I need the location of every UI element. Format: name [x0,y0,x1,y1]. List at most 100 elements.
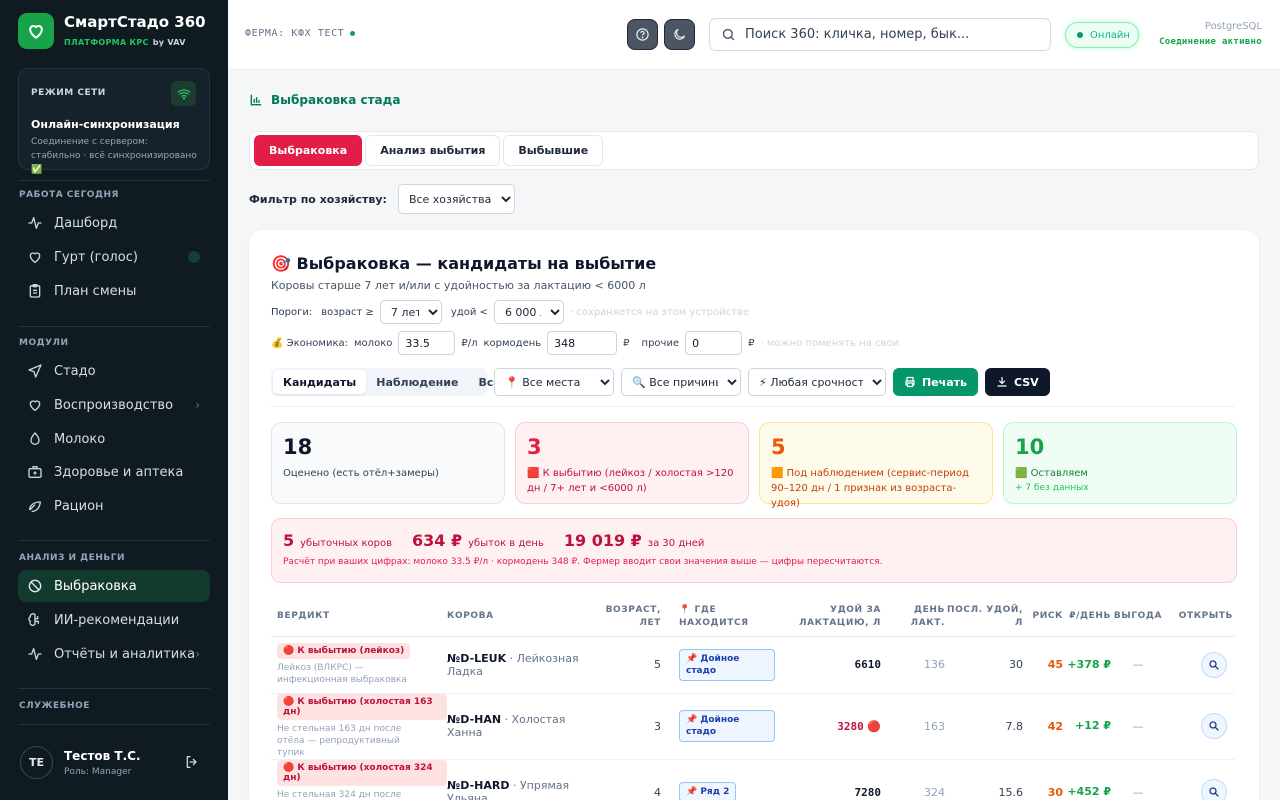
age-threshold-select[interactable]: 7 лет [379,300,442,324]
network-card: РЕЖИМ СЕТИ Онлайн-синхронизация Соединен… [18,68,210,175]
divider [18,540,210,541]
col-last-yield[interactable]: ПОСЛ. УДОЙ, Л [945,598,1023,637]
activity-icon [28,217,42,229]
col-cow[interactable]: КОРОВА [447,598,591,637]
csv-button[interactable]: CSV [984,368,1050,396]
loss-month: 19 019 ₽ [563,531,642,550]
tab-disposed[interactable]: Выбывшие [503,135,604,166]
ban-icon [28,579,42,593]
col-age[interactable]: ВОЗРАСТ, ЛЕТ [591,598,665,637]
logout-icon[interactable] [184,754,200,774]
yield-cell: 3280 🔴 [775,693,881,760]
divider [18,724,210,725]
droplet-icon [30,432,40,445]
loss-cows-label: убыточных коров [300,538,393,549]
nav-dashboard[interactable]: Дашборд [18,207,210,239]
open-card-button[interactable] [1201,779,1227,800]
nav-reproduction[interactable]: Воспроизводство › [18,389,210,421]
heart-logo-icon [18,13,54,49]
theme-toggle-button[interactable] [664,19,695,50]
nav-label: ИИ-рекомендации [54,612,180,628]
yield-cell: 6610 [775,636,881,694]
col-per-day[interactable]: ₽/ДЕНЬ [1063,598,1111,637]
nav-label: Выбраковка [54,578,137,594]
segment-candidates[interactable]: Кандидаты [273,370,367,394]
network-title: Онлайн-синхронизация [31,118,180,131]
per-day-cell: +452 ₽ [1063,759,1111,800]
nav-label: Стадо [54,363,96,379]
tab-culling[interactable]: Выбраковка [254,135,363,166]
per-day-cell: +12 ₽ [1063,693,1111,760]
economy-hint: · можно поменять на свои [760,337,900,349]
status-dot [188,251,200,263]
reasons-select[interactable]: 🔍 Все причины [621,368,741,396]
verdict-badge: 🔴 К выбытию (холостая 324 дн) [277,759,447,786]
loss-month-label: за 30 дней [647,538,705,549]
nav-culling[interactable]: Выбраковка [18,570,210,602]
activity-icon [28,648,42,660]
tab-disposal-analysis[interactable]: Анализ выбытия [365,135,501,166]
briefcase-medical-icon [28,466,42,478]
col-risk[interactable]: РИСК [1023,598,1063,637]
stat-watch: 5 🟧 Под наблюдением (сервис-период 90–12… [759,422,993,509]
table-row[interactable]: 🔴 К выбытию (лейкоз) Лейкоз (ВЛКРС) — инф… [271,636,1235,694]
cow-cell: №D-HARD · Упрямая Ульяна [447,759,591,800]
col-open: ОТКРЫТЬ [1165,598,1235,637]
age-cell: 5 [591,636,665,694]
section-today: РАБОТА СЕГОДНЯ [19,190,119,200]
nav-reports[interactable]: Отчёты и аналитика › [18,638,210,670]
search-box[interactable] [709,18,1051,51]
print-button[interactable]: Печать [893,368,978,396]
nav-milk[interactable]: Молоко [18,423,210,455]
stat-value: 3 [527,435,542,459]
verdict-reason: Лейкоз (ВЛКРС) — инфекционная выбраковка [277,663,407,685]
section-analysis: АНАЛИЗ И ДЕНЬГИ [19,553,125,563]
table-row[interactable]: 🔴 К выбытию (холостая 163 дн) Не стельная… [271,693,1235,760]
milk-label: молоко [354,337,393,349]
bar-chart-icon [250,94,262,106]
segment-watch[interactable]: Наблюдение [366,370,468,394]
verdict-badge: 🔴 К выбытию (лейкоз) [277,643,411,659]
wifi-icon[interactable] [171,81,196,106]
nav-gurt-voice[interactable]: Гурт (голос) [18,241,210,273]
milk-price-input[interactable] [398,331,456,355]
col-yield[interactable]: УДОЙ ЗА ЛАКТАЦИЮ, Л [775,598,881,637]
nav-label: Отчёты и аналитика [54,646,196,662]
nav-health[interactable]: Здоровье и аптека [18,456,210,488]
nav-shift-plan[interactable]: План смены [18,275,210,307]
location-badge: 📌 Дойное стадо [679,710,775,742]
table-row[interactable]: 🔴 К выбытию (холостая 324 дн) Не стельная… [271,759,1235,800]
farm-filter-select[interactable]: Все хозяйства [397,184,515,214]
other-cost-input[interactable] [685,331,743,355]
nav-ai-recommendations[interactable]: ИИ-рекомендации [18,604,210,636]
urgency-select[interactable]: ⚡ Любая срочность [748,368,886,396]
user-profile[interactable]: ТЕ Тестов Т.С. Роль: Manager [20,746,141,779]
col-lact-day[interactable]: ДЕНЬ ЛАКТ. [881,598,945,637]
open-card-button[interactable] [1201,651,1227,678]
farm-label: ФЕРМА: КФХ ТЕСТ [245,28,356,39]
nav-label: Рацион [54,498,104,514]
db-connection: Соединение активно [1159,37,1262,47]
brain-icon [28,613,39,626]
culling-panel: 🎯 Выбраковка — кандидаты на выбытие Коро… [249,230,1259,800]
open-card-button[interactable] [1201,713,1227,739]
nav-herd[interactable]: Стадо [18,355,210,387]
online-badge[interactable]: Онлайн [1065,22,1139,48]
places-select[interactable]: 📍 Все места [494,368,614,396]
verdict-badge: 🔴 К выбытию (холостая 163 дн) [277,693,447,720]
col-benefit[interactable]: ВЫГОДА [1111,598,1165,637]
topbar: ФЕРМА: КФХ ТЕСТ Онлайн PostgreSQL Соедин… [228,0,1280,70]
help-button[interactable] [627,19,658,50]
lact-day-cell: 324 [881,759,945,800]
chevron-right-icon: › [195,398,200,412]
search-icon [1209,787,1219,797]
col-location[interactable]: 📍 ГДЕ НАХОДИТСЯ [665,598,775,637]
per-day-cell: +378 ₽ [1063,636,1111,694]
yield-threshold-select[interactable]: 6 000 л [493,300,564,324]
brand[interactable]: СмартСтадо 360 ПЛАТФОРМА КРС by VAV [18,13,206,49]
search-input[interactable] [745,27,1035,42]
col-verdict[interactable]: ВЕРДИКТ [271,598,447,637]
feed-cost-input[interactable] [547,331,618,355]
nav-ration[interactable]: Рацион [18,490,210,522]
download-icon [997,376,1007,387]
